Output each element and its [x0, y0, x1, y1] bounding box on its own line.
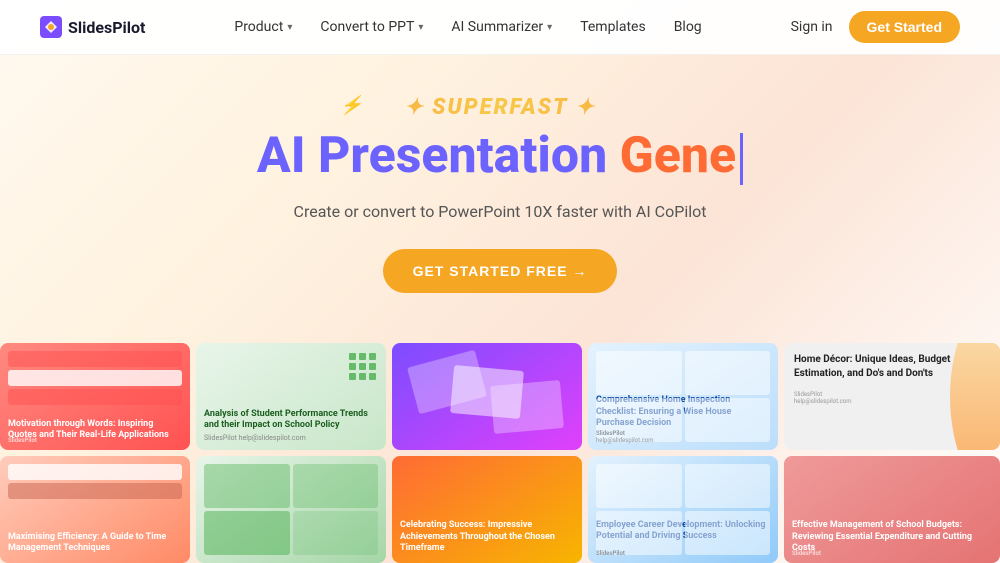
logo-brand: SlidesPilot	[596, 550, 625, 557]
mini-slides-grid	[596, 464, 770, 555]
grid-cell	[359, 363, 366, 370]
grid-cell	[369, 353, 376, 360]
hero-title-presentation: Presentation	[318, 127, 620, 185]
nav-link-summarizer[interactable]: AI Summarizer ▾	[451, 19, 552, 35]
logo-brand: SlidesPilot	[8, 437, 37, 444]
nav-item-product[interactable]: Product ▾	[234, 19, 292, 35]
hero-title-ai: AI	[257, 127, 318, 185]
gallery-card-scattered[interactable]	[392, 343, 582, 450]
mini-slide	[293, 464, 379, 508]
mini-slide	[596, 464, 682, 508]
gallery-row-1: Motivation through Words: Inspiring Quot…	[0, 343, 1000, 450]
chevron-down-icon: ▾	[547, 22, 552, 33]
brand-name: SlidesPilot	[68, 18, 145, 37]
card-subtitle: SlidesPilot help@slidespilot.com	[204, 434, 378, 442]
gallery-card-analysis[interactable]: Analysis of Student Performance Trends a…	[196, 343, 386, 450]
mini-slide	[204, 511, 290, 555]
hero-subtitle: Create or convert to PowerPoint 10X fast…	[0, 202, 1000, 221]
grid-cell	[369, 363, 376, 370]
nav-link-product[interactable]: Product ▾	[234, 19, 292, 35]
gallery-card-green-grid[interactable]	[196, 456, 386, 563]
hero-cta-button[interactable]: GET STARTED FREE →	[383, 249, 618, 293]
green-grid-pattern	[349, 353, 376, 380]
slide-stack	[8, 464, 182, 502]
hero-title: AI Presentation Gene	[0, 128, 1000, 186]
mini-slide	[685, 511, 771, 555]
logo-brand: SlidesPilot	[792, 550, 821, 557]
card-title: Celebrating Success: Impressive Achievem…	[400, 520, 574, 555]
mini-slide	[685, 398, 771, 442]
gallery-card-motivation[interactable]: Motivation through Words: Inspiring Quot…	[0, 343, 190, 450]
gallery-row-2: Maximising Efficiency: A Guide to Time M…	[0, 456, 1000, 563]
logo-icon	[40, 16, 62, 38]
grid-cell	[359, 373, 366, 380]
gallery-container: Motivation through Words: Inspiring Quot…	[0, 343, 1000, 563]
grid-cell	[349, 373, 356, 380]
email-label: help@slidespilot.com	[794, 398, 990, 405]
nav-item-blog[interactable]: Blog	[674, 19, 702, 35]
gallery-card-time-management[interactable]: Maximising Efficiency: A Guide to Time M…	[0, 456, 190, 563]
grid-cell	[349, 353, 356, 360]
mini-slide	[293, 511, 379, 555]
cursor-blink	[740, 133, 743, 185]
hero-section: ✦ SUPERFAST ✦ AI Presentation Gene Creat…	[0, 55, 1000, 293]
navbar: SlidesPilot Product ▾ Convert to PPT ▾ A…	[0, 0, 1000, 55]
gallery-card-celebrating[interactable]: Celebrating Success: Impressive Achievem…	[392, 456, 582, 563]
nav-link-convert[interactable]: Convert to PPT ▾	[320, 19, 423, 35]
superfast-label: ✦ SUPERFAST ✦	[0, 95, 1000, 120]
chevron-down-icon: ▾	[418, 22, 423, 33]
logo-brand: SlidesPilothelp@slidespilot.com	[596, 430, 653, 444]
sign-in-link[interactable]: Sign in	[791, 19, 833, 35]
nav-link-blog[interactable]: Blog	[674, 19, 702, 35]
gallery-card-school-budgets[interactable]: Effective Management of School Budgets: …	[784, 456, 1000, 563]
mini-slide	[685, 464, 771, 508]
nav-item-convert[interactable]: Convert to PPT ▾	[320, 19, 423, 35]
card-content: Effective Management of School Budgets: …	[784, 456, 1000, 563]
nav-item-summarizer[interactable]: AI Summarizer ▾	[451, 19, 552, 35]
hero-title-gene: Gene	[620, 127, 736, 185]
mini-slide	[596, 511, 682, 555]
nav-actions: Sign in Get Started	[791, 11, 960, 43]
scattered-slides	[392, 343, 582, 450]
slide-item	[8, 370, 182, 386]
get-started-nav-button[interactable]: Get Started	[849, 11, 960, 43]
mini-slides-grid	[204, 464, 378, 555]
mini-slide	[596, 351, 682, 395]
nav-item-templates[interactable]: Templates	[580, 19, 646, 35]
slide-stack	[8, 351, 182, 408]
card-content: Celebrating Success: Impressive Achievem…	[392, 456, 582, 563]
nav-links: Product ▾ Convert to PPT ▾ AI Summarizer…	[234, 19, 701, 35]
mini-slides-grid	[596, 351, 770, 442]
logo-link[interactable]: SlidesPilot	[40, 16, 145, 38]
card-meta: SlidesPilot help@slidespilot.com	[784, 391, 1000, 405]
mini-slide	[685, 351, 771, 395]
chevron-down-icon: ▾	[287, 22, 292, 33]
card-title: Maximising Efficiency: A Guide to Time M…	[8, 532, 182, 555]
grid-cell	[349, 363, 356, 370]
card-title: Home Décor: Unique Ideas, Budget Estimat…	[784, 343, 1000, 391]
grid-cell	[369, 373, 376, 380]
gallery-card-home-decor[interactable]: Home Décor: Unique Ideas, Budget Estimat…	[784, 343, 1000, 450]
slide-item	[8, 464, 182, 480]
gallery-card-employee-career[interactable]: Employee Career Development: Unlocking P…	[588, 456, 778, 563]
mini-slide	[204, 464, 290, 508]
slide-item	[8, 389, 182, 405]
brand-label: SlidesPilot	[794, 391, 990, 398]
slide-item	[8, 483, 182, 499]
scattered-slide	[490, 380, 564, 434]
grid-cell	[359, 353, 366, 360]
nav-link-templates[interactable]: Templates	[580, 19, 646, 35]
card-title: Effective Management of School Budgets: …	[792, 520, 992, 555]
card-title: Analysis of Student Performance Trends a…	[204, 409, 378, 432]
gallery-card-home-inspection[interactable]: Comprehensive Home Inspection Checklist:…	[588, 343, 778, 450]
slide-item	[8, 351, 182, 367]
